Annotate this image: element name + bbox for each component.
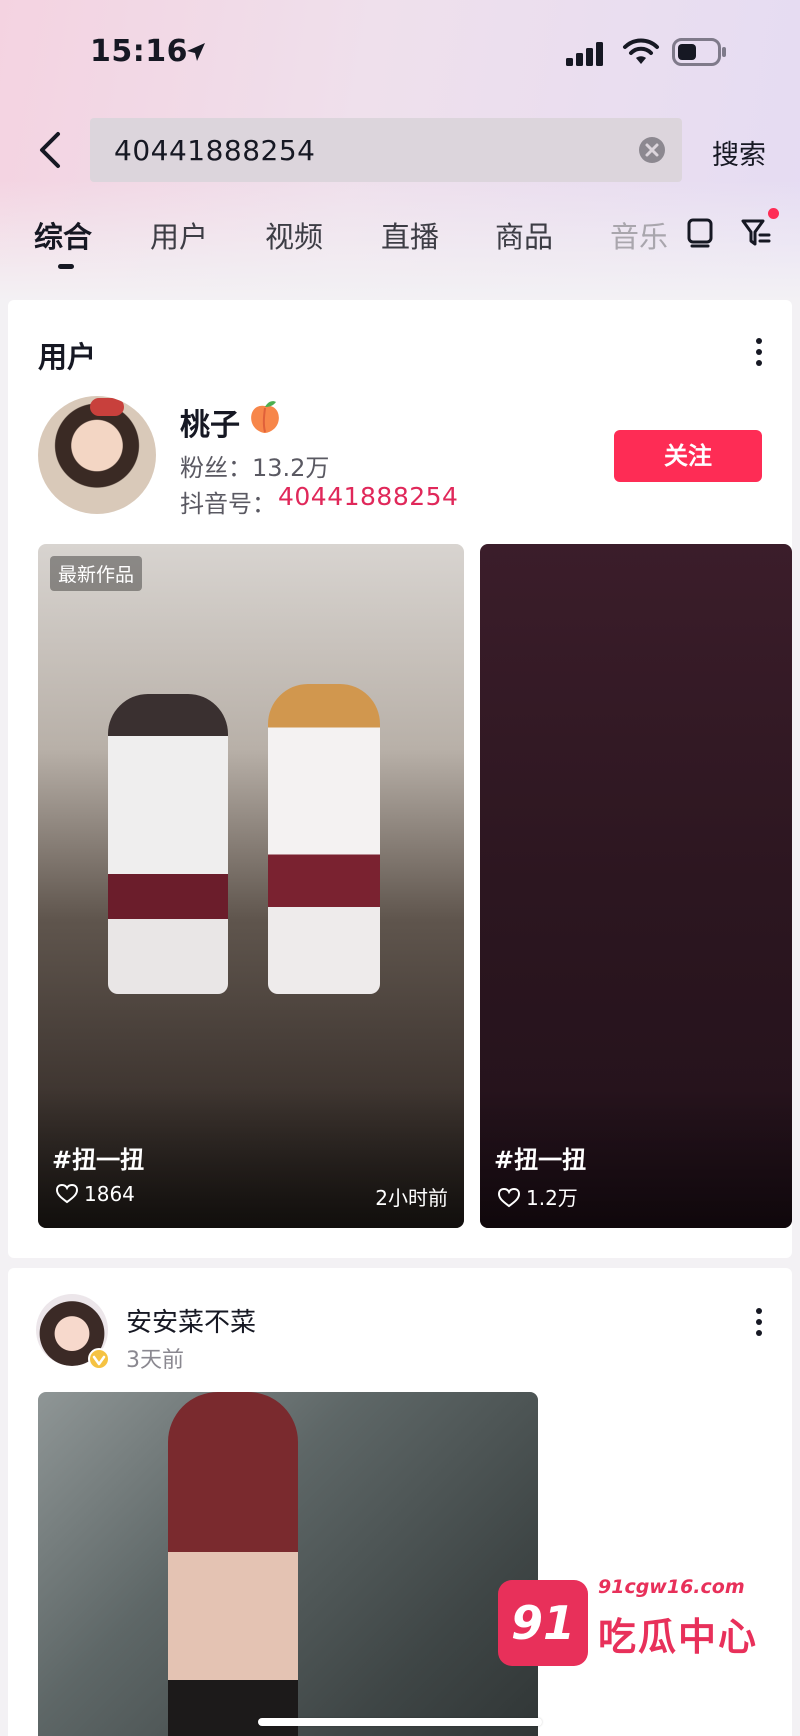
location-arrow-icon bbox=[187, 43, 205, 61]
video-thumbnail[interactable]: #扭一扭 1.2万 bbox=[480, 544, 792, 1228]
filter-icon[interactable] bbox=[740, 216, 772, 248]
battery-icon bbox=[672, 38, 726, 66]
video-thumbnail[interactable]: 最新作品 #扭一扭 1864 2小时前 bbox=[38, 544, 464, 1228]
search-button[interactable]: 搜索 bbox=[712, 133, 766, 172]
avatar-bow-decoration bbox=[90, 398, 124, 416]
wifi-icon bbox=[623, 38, 659, 64]
follow-button[interactable]: 关注 bbox=[614, 430, 762, 482]
search-input[interactable]: 40441888254 bbox=[90, 118, 682, 182]
home-indicator[interactable] bbox=[258, 1718, 542, 1726]
tab-music[interactable]: 音乐 bbox=[610, 214, 668, 256]
more-icon[interactable] bbox=[754, 1306, 764, 1338]
heart-icon bbox=[56, 1184, 78, 1204]
latest-badge: 最新作品 bbox=[50, 556, 143, 591]
back-icon[interactable] bbox=[32, 128, 72, 172]
watermark-domain: 91cgw16.com bbox=[598, 1576, 745, 1598]
post-user-name[interactable]: 安安菜不菜 bbox=[126, 1302, 256, 1339]
user-result-card: 用户 桃子 粉丝：13.2万 抖音号： 40441888254 关注 最新作品 … bbox=[8, 300, 792, 1258]
tab-live[interactable]: 直播 bbox=[381, 214, 439, 256]
video-likes-count: 1.2万 bbox=[526, 1186, 578, 1210]
status-time: 15:16 bbox=[90, 34, 188, 69]
watermark-logo: 91 bbox=[498, 1580, 588, 1666]
post-video-thumbnail[interactable] bbox=[38, 1392, 538, 1736]
tab-all[interactable]: 综合 bbox=[34, 214, 92, 256]
watermark: 91 91cgw16.com 吃瓜中心 bbox=[498, 1568, 758, 1678]
video-scene-figure bbox=[268, 684, 380, 994]
video-scene-figure bbox=[168, 1392, 298, 1736]
video-likes: 1.2万 bbox=[498, 1182, 578, 1211]
clear-icon[interactable] bbox=[638, 136, 666, 164]
user-name[interactable]: 桃子 bbox=[180, 400, 240, 444]
section-title: 用户 bbox=[38, 340, 97, 374]
tab-users[interactable]: 用户 bbox=[150, 214, 208, 256]
active-tab-indicator bbox=[58, 264, 74, 269]
douyin-id-value: 40441888254 bbox=[278, 482, 459, 511]
more-icon[interactable] bbox=[754, 336, 764, 368]
signal-icon bbox=[566, 42, 603, 66]
tab-videos[interactable]: 视频 bbox=[265, 214, 323, 256]
watermark-name: 吃瓜中心 bbox=[598, 1615, 759, 1659]
video-likes-count: 1864 bbox=[84, 1182, 135, 1206]
filter-notification-dot bbox=[768, 208, 779, 219]
heart-icon bbox=[498, 1188, 520, 1208]
verified-icon bbox=[88, 1348, 110, 1370]
status-bar: 15:16 bbox=[0, 0, 800, 100]
video-hashtag[interactable]: #扭一扭 bbox=[52, 1140, 144, 1175]
video-time: 2小时前 bbox=[375, 1186, 448, 1210]
fan-count: 粉丝：13.2万 bbox=[180, 454, 330, 482]
search-query-text[interactable]: 40441888254 bbox=[114, 134, 315, 167]
post-time: 3天前 bbox=[126, 1348, 184, 1373]
video-scene-figure bbox=[108, 694, 228, 994]
avatar[interactable] bbox=[38, 396, 156, 514]
layout-icon[interactable] bbox=[686, 216, 714, 248]
peach-icon bbox=[251, 401, 279, 433]
tab-products[interactable]: 商品 bbox=[495, 214, 553, 256]
video-likes: 1864 bbox=[56, 1182, 135, 1206]
video-hashtag[interactable]: #扭一扭 bbox=[494, 1140, 586, 1175]
douyin-id-label: 抖音号： bbox=[180, 490, 276, 518]
